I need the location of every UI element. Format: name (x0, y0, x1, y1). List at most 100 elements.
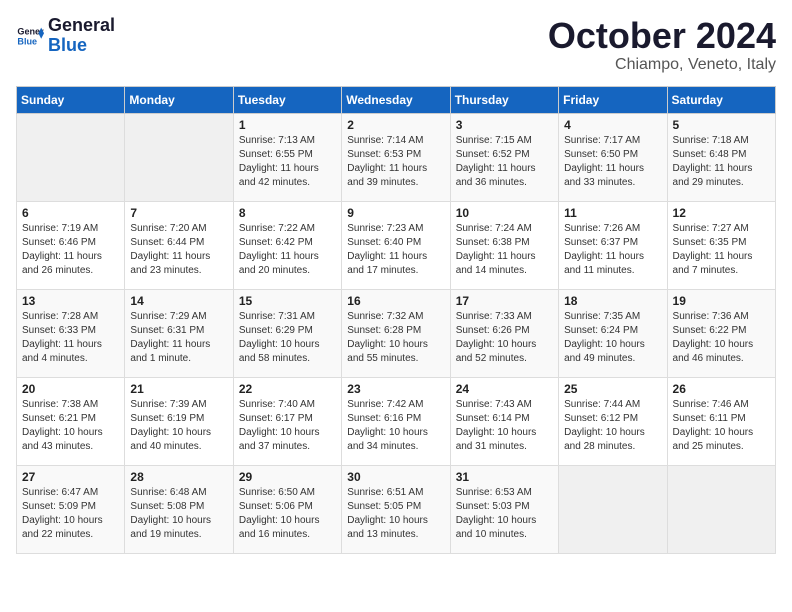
day-number: 6 (22, 206, 119, 220)
day-info: Sunrise: 7:44 AMSunset: 6:12 PMDaylight:… (564, 398, 661, 454)
calendar-day-cell (559, 465, 667, 553)
weekday-header: Tuesday (233, 86, 341, 113)
day-number: 15 (239, 294, 336, 308)
day-number: 9 (347, 206, 444, 220)
day-info: Sunrise: 7:38 AMSunset: 6:21 PMDaylight:… (22, 398, 119, 454)
calendar-table: SundayMondayTuesdayWednesdayThursdayFrid… (16, 86, 776, 554)
day-number: 19 (673, 294, 770, 308)
calendar-day-cell: 26 Sunrise: 7:46 AMSunset: 6:11 PMDayligh… (667, 377, 775, 465)
day-info: Sunrise: 7:42 AMSunset: 6:16 PMDaylight:… (347, 398, 444, 454)
day-number: 8 (239, 206, 336, 220)
day-info: Sunrise: 7:29 AMSunset: 6:31 PMDaylight:… (130, 310, 227, 366)
calendar-day-cell: 1Sunrise: 7:13 AMSunset: 6:55 PMDaylight… (233, 113, 341, 201)
calendar-day-cell: 5 Sunrise: 7:18 AMSunset: 6:48 PMDaylight… (667, 113, 775, 201)
day-number: 28 (130, 470, 227, 484)
calendar-day-cell: 7 Sunrise: 7:20 AMSunset: 6:44 PMDaylight… (125, 201, 233, 289)
day-info: Sunrise: 7:35 AMSunset: 6:24 PMDaylight:… (564, 310, 661, 366)
month-title: October 2024 (548, 16, 776, 56)
calendar-day-cell: 8 Sunrise: 7:22 AMSunset: 6:42 PMDaylight… (233, 201, 341, 289)
calendar-day-cell: 21 Sunrise: 7:39 AMSunset: 6:19 PMDayligh… (125, 377, 233, 465)
day-number: 5 (673, 118, 770, 132)
calendar-day-cell (125, 113, 233, 201)
calendar-day-cell (17, 113, 125, 201)
day-info: Sunrise: 6:51 AMSunset: 5:05 PMDaylight:… (347, 486, 444, 542)
calendar-week-row: 27 Sunrise: 6:47 AMSunset: 5:09 PMDayligh… (17, 465, 776, 553)
weekday-header: Friday (559, 86, 667, 113)
day-info: Sunrise: 7:31 AMSunset: 6:29 PMDaylight:… (239, 310, 336, 366)
day-info: Sunrise: 7:14 AMSunset: 6:53 PMDaylight:… (347, 134, 444, 190)
logo: General Blue General Blue (16, 16, 115, 56)
day-info: Sunrise: 7:18 AMSunset: 6:48 PMDaylight:… (673, 134, 770, 190)
day-number: 3 (456, 118, 553, 132)
calendar-day-cell: 16 Sunrise: 7:32 AMSunset: 6:28 PMDayligh… (342, 289, 450, 377)
day-number: 10 (456, 206, 553, 220)
logo-general: General (48, 16, 115, 36)
day-info: Sunrise: 6:48 AMSunset: 5:08 PMDaylight:… (130, 486, 227, 542)
day-number: 16 (347, 294, 444, 308)
calendar-day-cell: 19 Sunrise: 7:36 AMSunset: 6:22 PMDayligh… (667, 289, 775, 377)
calendar-day-cell: 14 Sunrise: 7:29 AMSunset: 6:31 PMDayligh… (125, 289, 233, 377)
day-info: Sunrise: 7:13 AMSunset: 6:55 PMDaylight:… (239, 134, 336, 190)
day-number: 2 (347, 118, 444, 132)
calendar-day-cell: 11 Sunrise: 7:26 AMSunset: 6:37 PMDayligh… (559, 201, 667, 289)
day-number: 30 (347, 470, 444, 484)
day-number: 21 (130, 382, 227, 396)
calendar-week-row: 20Sunrise: 7:38 AMSunset: 6:21 PMDayligh… (17, 377, 776, 465)
calendar-week-row: 6Sunrise: 7:19 AMSunset: 6:46 PMDaylight… (17, 201, 776, 289)
day-number: 11 (564, 206, 661, 220)
day-number: 29 (239, 470, 336, 484)
calendar-day-cell: 6Sunrise: 7:19 AMSunset: 6:46 PMDaylight… (17, 201, 125, 289)
day-info: Sunrise: 7:15 AMSunset: 6:52 PMDaylight:… (456, 134, 553, 190)
calendar-day-cell: 9 Sunrise: 7:23 AMSunset: 6:40 PMDaylight… (342, 201, 450, 289)
day-number: 4 (564, 118, 661, 132)
svg-text:Blue: Blue (17, 36, 37, 46)
calendar-day-cell: 27 Sunrise: 6:47 AMSunset: 5:09 PMDayligh… (17, 465, 125, 553)
day-number: 22 (239, 382, 336, 396)
day-number: 27 (22, 470, 119, 484)
calendar-day-cell (667, 465, 775, 553)
calendar-day-cell: 20Sunrise: 7:38 AMSunset: 6:21 PMDayligh… (17, 377, 125, 465)
calendar-day-cell: 31 Sunrise: 6:53 AMSunset: 5:03 PMDayligh… (450, 465, 558, 553)
day-number: 26 (673, 382, 770, 396)
day-number: 31 (456, 470, 553, 484)
weekday-header-row: SundayMondayTuesdayWednesdayThursdayFrid… (17, 86, 776, 113)
day-number: 7 (130, 206, 227, 220)
calendar-day-cell: 3 Sunrise: 7:15 AMSunset: 6:52 PMDaylight… (450, 113, 558, 201)
day-info: Sunrise: 6:53 AMSunset: 5:03 PMDaylight:… (456, 486, 553, 542)
day-number: 13 (22, 294, 119, 308)
weekday-header: Sunday (17, 86, 125, 113)
day-info: Sunrise: 7:17 AMSunset: 6:50 PMDaylight:… (564, 134, 661, 190)
day-number: 12 (673, 206, 770, 220)
page-header: General Blue General Blue October 2024 C… (16, 16, 776, 74)
calendar-day-cell: 28 Sunrise: 6:48 AMSunset: 5:08 PMDayligh… (125, 465, 233, 553)
day-info: Sunrise: 7:33 AMSunset: 6:26 PMDaylight:… (456, 310, 553, 366)
day-number: 25 (564, 382, 661, 396)
logo-blue: Blue (48, 36, 115, 56)
day-info: Sunrise: 7:36 AMSunset: 6:22 PMDaylight:… (673, 310, 770, 366)
day-number: 24 (456, 382, 553, 396)
day-info: Sunrise: 7:23 AMSunset: 6:40 PMDaylight:… (347, 222, 444, 278)
calendar-day-cell: 25 Sunrise: 7:44 AMSunset: 6:12 PMDayligh… (559, 377, 667, 465)
day-info: Sunrise: 7:20 AMSunset: 6:44 PMDaylight:… (130, 222, 227, 278)
calendar-day-cell: 10Sunrise: 7:24 AMSunset: 6:38 PMDayligh… (450, 201, 558, 289)
weekday-header: Monday (125, 86, 233, 113)
day-info: Sunrise: 7:26 AMSunset: 6:37 PMDaylight:… (564, 222, 661, 278)
day-info: Sunrise: 7:39 AMSunset: 6:19 PMDaylight:… (130, 398, 227, 454)
calendar-day-cell: 12Sunrise: 7:27 AMSunset: 6:35 PMDayligh… (667, 201, 775, 289)
day-number: 17 (456, 294, 553, 308)
calendar-day-cell: 24 Sunrise: 7:43 AMSunset: 6:14 PMDayligh… (450, 377, 558, 465)
day-info: Sunrise: 7:32 AMSunset: 6:28 PMDaylight:… (347, 310, 444, 366)
calendar-day-cell: 30 Sunrise: 6:51 AMSunset: 5:05 PMDayligh… (342, 465, 450, 553)
calendar-day-cell: 13Sunrise: 7:28 AMSunset: 6:33 PMDayligh… (17, 289, 125, 377)
calendar-day-cell: 29Sunrise: 6:50 AMSunset: 5:06 PMDayligh… (233, 465, 341, 553)
day-number: 14 (130, 294, 227, 308)
day-info: Sunrise: 7:40 AMSunset: 6:17 PMDaylight:… (239, 398, 336, 454)
day-info: Sunrise: 7:43 AMSunset: 6:14 PMDaylight:… (456, 398, 553, 454)
day-info: Sunrise: 7:22 AMSunset: 6:42 PMDaylight:… (239, 222, 336, 278)
day-info: Sunrise: 7:46 AMSunset: 6:11 PMDaylight:… (673, 398, 770, 454)
calendar-week-row: 1Sunrise: 7:13 AMSunset: 6:55 PMDaylight… (17, 113, 776, 201)
day-number: 18 (564, 294, 661, 308)
day-info: Sunrise: 6:47 AMSunset: 5:09 PMDaylight:… (22, 486, 119, 542)
calendar-day-cell: 23Sunrise: 7:42 AMSunset: 6:16 PMDayligh… (342, 377, 450, 465)
title-block: October 2024 Chiampo, Veneto, Italy (548, 16, 776, 74)
